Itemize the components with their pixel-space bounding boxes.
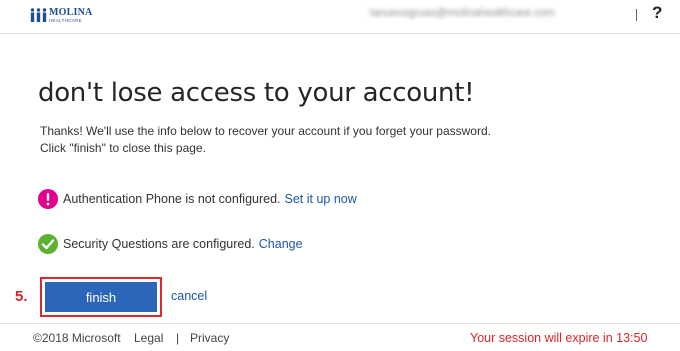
authentication-phone-row: Authentication Phone is not configured. …: [38, 189, 357, 209]
finish-button[interactable]: finish: [45, 282, 157, 312]
set-it-up-link[interactable]: Set it up now: [285, 192, 357, 206]
logo-subtitle: HEALTHCARE: [49, 18, 82, 23]
legal-link[interactable]: Legal: [134, 331, 163, 345]
page-title: don't lose access to your account!: [38, 78, 475, 108]
description-line-1: Thanks! We'll use the info below to reco…: [40, 124, 491, 138]
cancel-link[interactable]: cancel: [171, 289, 207, 303]
security-questions-row: Security Questions are configured. Chang…: [38, 234, 303, 254]
logo-text: MOLINA HEALTHCARE: [49, 8, 92, 24]
top-bar: MOLINA HEALTHCARE lanuevogruas@molinahea…: [0, 0, 680, 34]
header-divider: [636, 9, 637, 21]
description: Thanks! We'll use the info below to reco…: [40, 123, 620, 157]
warning-icon: [38, 189, 58, 209]
security-questions-status: Security Questions are configured.: [63, 237, 255, 251]
session-expiry-text: Your session will expire in 13:50: [470, 331, 648, 345]
authentication-phone-status: Authentication Phone is not configured.: [63, 192, 281, 206]
account-email[interactable]: lanuevogruas@molinahealthcare.com: [370, 7, 618, 21]
copyright-text: ©2018 Microsoft: [33, 331, 121, 345]
help-icon[interactable]: ?: [652, 4, 662, 21]
step-number-label: 5.: [15, 288, 28, 305]
molina-people-icon: [30, 8, 47, 22]
change-link[interactable]: Change: [259, 237, 303, 251]
logo-name: MOLINA: [49, 7, 93, 18]
molina-logo: MOLINA HEALTHCARE: [30, 8, 92, 24]
footer-separator: |: [176, 331, 180, 345]
privacy-link[interactable]: Privacy: [190, 331, 229, 345]
footer: ©2018 Microsoft Legal | Privacy Your ses…: [0, 323, 680, 351]
description-line-2: Click "finish" to close this page.: [40, 141, 206, 155]
checkmark-icon: [38, 234, 58, 254]
